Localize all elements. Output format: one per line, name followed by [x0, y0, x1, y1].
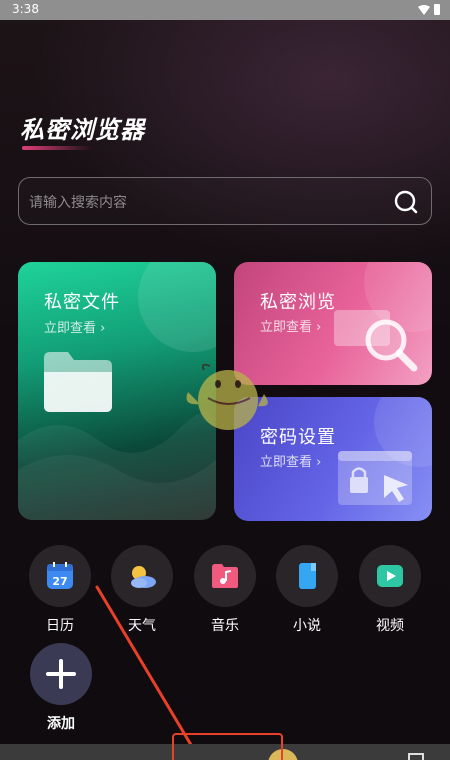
music-icon [212, 564, 238, 588]
title-underline [22, 146, 92, 150]
shortcut-circle [276, 545, 338, 607]
shortcut-novel[interactable]: 小说 [276, 545, 338, 635]
weather-icon [131, 566, 156, 588]
private-files-title: 私密文件 [44, 292, 120, 313]
add-label: 添加 [47, 716, 75, 732]
shortcut-circle: 27 [29, 545, 91, 607]
shortcut-label: 视频 [376, 618, 404, 634]
mascot-watermark [186, 363, 268, 430]
private-browse-link[interactable]: 立即查看 › [260, 316, 321, 335]
lock-window-icon [338, 451, 412, 505]
shortcut-label: 音乐 [211, 618, 239, 634]
annotation-highlight-box [172, 733, 283, 760]
battery-icon [434, 4, 440, 15]
search-placeholder: 请输入搜索内容 [29, 195, 127, 211]
calendar-icon: 27 [47, 562, 73, 589]
shortcut-label: 小说 [293, 618, 321, 634]
add-shortcut-button[interactable]: 添加 [30, 643, 92, 733]
shortcut-video[interactable]: 视频 [359, 545, 421, 635]
private-browse-title: 私密浏览 [260, 292, 336, 313]
add-circle [30, 643, 92, 705]
shortcut-weather[interactable]: 天气 [111, 545, 173, 635]
calendar-day: 27 [52, 575, 67, 588]
magnifier-icon [334, 310, 418, 372]
novel-icon [299, 563, 316, 589]
shortcut-music[interactable]: 音乐 [194, 545, 256, 635]
card-decoration [138, 262, 216, 352]
password-settings-link[interactable]: 立即查看 › [260, 451, 321, 470]
shortcut-label: 天气 [128, 618, 156, 634]
plus-icon [46, 659, 76, 689]
shortcut-label: 日历 [46, 618, 74, 634]
private-files-link[interactable]: 立即查看 › [44, 317, 105, 336]
video-icon [377, 565, 403, 587]
shortcut-circle [194, 545, 256, 607]
search-icon[interactable] [393, 189, 419, 215]
status-time: 3:38 [12, 2, 39, 16]
wifi-icon [418, 5, 430, 15]
shortcut-circle [359, 545, 421, 607]
shortcut-calendar[interactable]: 27 日历 [29, 545, 91, 635]
search-input[interactable]: 请输入搜索内容 [18, 177, 432, 225]
status-bar: 3:38 [0, 0, 450, 20]
app-title: 私密浏览器 [20, 116, 145, 144]
nav-recent-icon[interactable] [408, 753, 424, 760]
shortcut-circle [111, 545, 173, 607]
